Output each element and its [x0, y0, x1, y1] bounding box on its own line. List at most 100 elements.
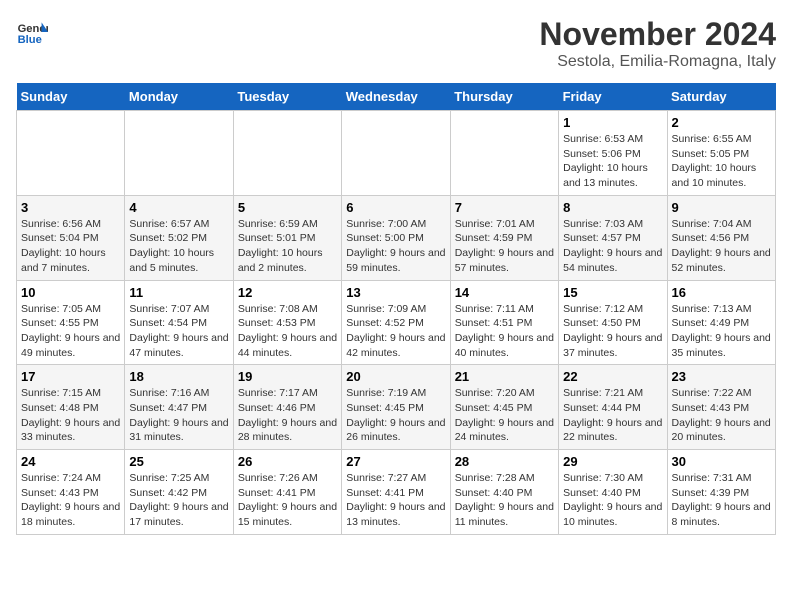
day-number: 12	[238, 285, 337, 300]
day-info: Sunrise: 6:59 AM Sunset: 5:01 PM Dayligh…	[238, 217, 337, 276]
day-number: 27	[346, 454, 445, 469]
calendar-week-row: 24 Sunrise: 7:24 AM Sunset: 4:43 PM Dayli…	[17, 450, 776, 535]
logo: General Blue	[16, 16, 52, 48]
calendar-cell: 23Sunrise: 7:22 AM Sunset: 4:43 PM Dayli…	[667, 365, 775, 450]
calendar-cell	[17, 111, 125, 196]
day-number: 9	[672, 200, 771, 215]
day-info: Sunrise: 6:55 AM Sunset: 5:05 PM Dayligh…	[672, 132, 771, 191]
day-info: Sunrise: 7:26 AM Sunset: 4:41 PM Dayligh…	[238, 471, 337, 530]
calendar-table: SundayMondayTuesdayWednesdayThursdayFrid…	[16, 83, 776, 535]
day-number: 30	[672, 454, 771, 469]
day-info: Sunrise: 7:25 AM Sunset: 4:42 PM Dayligh…	[129, 471, 228, 530]
day-number: 18	[129, 369, 228, 384]
day-number: 28	[455, 454, 554, 469]
day-info: Sunrise: 7:12 AM Sunset: 4:50 PM Dayligh…	[563, 302, 662, 361]
day-info: Sunrise: 7:19 AM Sunset: 4:45 PM Dayligh…	[346, 386, 445, 445]
calendar-cell: 15 Sunrise: 7:12 AM Sunset: 4:50 PM Dayli…	[559, 280, 667, 365]
calendar-cell: 26Sunrise: 7:26 AM Sunset: 4:41 PM Dayli…	[233, 450, 341, 535]
day-number: 4	[129, 200, 228, 215]
calendar-cell: 8 Sunrise: 7:03 AM Sunset: 4:57 PM Daylig…	[559, 195, 667, 280]
month-title: November 2024	[539, 16, 776, 53]
calendar-cell	[233, 111, 341, 196]
day-number: 24	[21, 454, 120, 469]
calendar-cell: 1Sunrise: 6:53 AM Sunset: 5:06 PM Daylig…	[559, 111, 667, 196]
calendar-cell: 27 Sunrise: 7:27 AM Sunset: 4:41 PM Dayli…	[342, 450, 450, 535]
calendar-cell: 25 Sunrise: 7:25 AM Sunset: 4:42 PM Dayli…	[125, 450, 233, 535]
logo-icon: General Blue	[16, 16, 48, 48]
calendar-cell: 5 Sunrise: 6:59 AM Sunset: 5:01 PM Daylig…	[233, 195, 341, 280]
day-info: Sunrise: 7:16 AM Sunset: 4:47 PM Dayligh…	[129, 386, 228, 445]
svg-text:Blue: Blue	[18, 34, 42, 46]
day-number: 14	[455, 285, 554, 300]
calendar-cell: 19 Sunrise: 7:17 AM Sunset: 4:46 PM Dayli…	[233, 365, 341, 450]
day-number: 29	[563, 454, 662, 469]
day-info: Sunrise: 7:17 AM Sunset: 4:46 PM Dayligh…	[238, 386, 337, 445]
page-header: General Blue November 2024 Sestola, Emil…	[16, 16, 776, 71]
day-number: 6	[346, 200, 445, 215]
calendar-cell: 28 Sunrise: 7:28 AM Sunset: 4:40 PM Dayli…	[450, 450, 558, 535]
calendar-cell: 18 Sunrise: 7:16 AM Sunset: 4:47 PM Dayli…	[125, 365, 233, 450]
day-info: Sunrise: 7:30 AM Sunset: 4:40 PM Dayligh…	[563, 471, 662, 530]
day-number: 5	[238, 200, 337, 215]
day-number: 22	[563, 369, 662, 384]
day-info: Sunrise: 7:03 AM Sunset: 4:57 PM Dayligh…	[563, 217, 662, 276]
day-info: Sunrise: 7:00 AM Sunset: 5:00 PM Dayligh…	[346, 217, 445, 276]
day-number: 10	[21, 285, 120, 300]
day-number: 8	[563, 200, 662, 215]
day-info: Sunrise: 7:09 AM Sunset: 4:52 PM Dayligh…	[346, 302, 445, 361]
day-number: 16	[672, 285, 771, 300]
day-info: Sunrise: 7:04 AM Sunset: 4:56 PM Dayligh…	[672, 217, 771, 276]
day-number: 25	[129, 454, 228, 469]
calendar-cell: 21 Sunrise: 7:20 AM Sunset: 4:45 PM Dayli…	[450, 365, 558, 450]
day-info: Sunrise: 7:13 AM Sunset: 4:49 PM Dayligh…	[672, 302, 771, 361]
calendar-cell: 30 Sunrise: 7:31 AM Sunset: 4:39 PM Dayli…	[667, 450, 775, 535]
calendar-cell: 16 Sunrise: 7:13 AM Sunset: 4:49 PM Dayli…	[667, 280, 775, 365]
day-number: 1	[563, 115, 662, 130]
calendar-week-row: 1Sunrise: 6:53 AM Sunset: 5:06 PM Daylig…	[17, 111, 776, 196]
day-info: Sunrise: 7:15 AM Sunset: 4:48 PM Dayligh…	[21, 386, 120, 445]
calendar-week-row: 3Sunrise: 6:56 AM Sunset: 5:04 PM Daylig…	[17, 195, 776, 280]
day-info: Sunrise: 6:56 AM Sunset: 5:04 PM Dayligh…	[21, 217, 120, 276]
day-number: 19	[238, 369, 337, 384]
day-number: 7	[455, 200, 554, 215]
day-info: Sunrise: 7:01 AM Sunset: 4:59 PM Dayligh…	[455, 217, 554, 276]
day-info: Sunrise: 7:21 AM Sunset: 4:44 PM Dayligh…	[563, 386, 662, 445]
day-info: Sunrise: 7:27 AM Sunset: 4:41 PM Dayligh…	[346, 471, 445, 530]
calendar-cell: 17 Sunrise: 7:15 AM Sunset: 4:48 PM Dayli…	[17, 365, 125, 450]
calendar-cell: 24 Sunrise: 7:24 AM Sunset: 4:43 PM Dayli…	[17, 450, 125, 535]
weekday-header: Tuesday	[233, 83, 341, 111]
day-number: 20	[346, 369, 445, 384]
day-info: Sunrise: 6:57 AM Sunset: 5:02 PM Dayligh…	[129, 217, 228, 276]
calendar-cell	[342, 111, 450, 196]
day-info: Sunrise: 7:31 AM Sunset: 4:39 PM Dayligh…	[672, 471, 771, 530]
day-info: Sunrise: 7:05 AM Sunset: 4:55 PM Dayligh…	[21, 302, 120, 361]
calendar-cell: 22 Sunrise: 7:21 AM Sunset: 4:44 PM Dayli…	[559, 365, 667, 450]
title-area: November 2024 Sestola, Emilia-Romagna, I…	[539, 16, 776, 71]
day-info: Sunrise: 7:24 AM Sunset: 4:43 PM Dayligh…	[21, 471, 120, 530]
calendar-cell: 13 Sunrise: 7:09 AM Sunset: 4:52 PM Dayli…	[342, 280, 450, 365]
calendar-cell: 12 Sunrise: 7:08 AM Sunset: 4:53 PM Dayli…	[233, 280, 341, 365]
day-info: Sunrise: 7:11 AM Sunset: 4:51 PM Dayligh…	[455, 302, 554, 361]
day-number: 13	[346, 285, 445, 300]
calendar-cell: 9 Sunrise: 7:04 AM Sunset: 4:56 PM Daylig…	[667, 195, 775, 280]
day-number: 21	[455, 369, 554, 384]
location-title: Sestola, Emilia-Romagna, Italy	[539, 53, 776, 71]
weekday-header: Friday	[559, 83, 667, 111]
weekday-header: Sunday	[17, 83, 125, 111]
day-number: 11	[129, 285, 228, 300]
weekday-header-row: SundayMondayTuesdayWednesdayThursdayFrid…	[17, 83, 776, 111]
calendar-cell: 4 Sunrise: 6:57 AM Sunset: 5:02 PM Daylig…	[125, 195, 233, 280]
day-info: Sunrise: 7:28 AM Sunset: 4:40 PM Dayligh…	[455, 471, 554, 530]
calendar-cell: 29 Sunrise: 7:30 AM Sunset: 4:40 PM Dayli…	[559, 450, 667, 535]
weekday-header: Thursday	[450, 83, 558, 111]
calendar-cell: 3Sunrise: 6:56 AM Sunset: 5:04 PM Daylig…	[17, 195, 125, 280]
calendar-cell: 14 Sunrise: 7:11 AM Sunset: 4:51 PM Dayli…	[450, 280, 558, 365]
calendar-cell: 11Sunrise: 7:07 AM Sunset: 4:54 PM Dayli…	[125, 280, 233, 365]
day-info: Sunrise: 7:20 AM Sunset: 4:45 PM Dayligh…	[455, 386, 554, 445]
calendar-week-row: 17 Sunrise: 7:15 AM Sunset: 4:48 PM Dayli…	[17, 365, 776, 450]
day-number: 15	[563, 285, 662, 300]
day-number: 17	[21, 369, 120, 384]
calendar-cell: 7 Sunrise: 7:01 AM Sunset: 4:59 PM Daylig…	[450, 195, 558, 280]
weekday-header: Monday	[125, 83, 233, 111]
day-info: Sunrise: 7:08 AM Sunset: 4:53 PM Dayligh…	[238, 302, 337, 361]
